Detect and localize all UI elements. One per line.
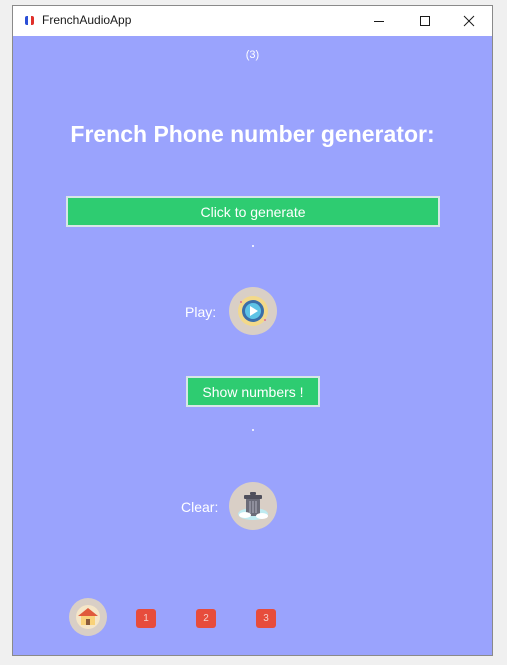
minimize-icon: [374, 21, 384, 22]
flag-icon: [25, 16, 34, 25]
play-icon: [238, 296, 268, 326]
clear-button[interactable]: [229, 482, 277, 530]
play-label: Play:: [185, 304, 217, 320]
title-bar[interactable]: FrenchAudioApp: [13, 6, 492, 36]
page-button-1[interactable]: 1: [136, 609, 156, 628]
minimize-button[interactable]: [356, 6, 402, 36]
counter-label: (3): [245, 49, 260, 61]
maximize-button[interactable]: [402, 6, 448, 36]
home-icon: [76, 605, 100, 629]
clear-label: Clear:: [181, 499, 219, 515]
show-numbers-button[interactable]: Show numbers !: [186, 376, 320, 407]
window-title: FrenchAudioApp: [42, 13, 132, 27]
numbers-output: [252, 429, 254, 431]
main-content: (3) French Phone number generator: Click…: [13, 36, 492, 655]
page-button-3[interactable]: 3: [256, 609, 276, 628]
page-title: French Phone number generator:: [70, 121, 435, 147]
maximize-icon: [420, 16, 430, 26]
trash-icon: [238, 492, 268, 520]
close-icon: [463, 15, 475, 27]
generate-button[interactable]: Click to generate: [66, 196, 440, 227]
page-button-2[interactable]: 2: [196, 609, 216, 628]
close-button[interactable]: [446, 6, 492, 36]
play-button[interactable]: [229, 287, 277, 335]
app-window: FrenchAudioApp (3) French Phone number g…: [12, 5, 493, 656]
home-button[interactable]: [69, 598, 107, 636]
separator-dot: [252, 245, 254, 247]
